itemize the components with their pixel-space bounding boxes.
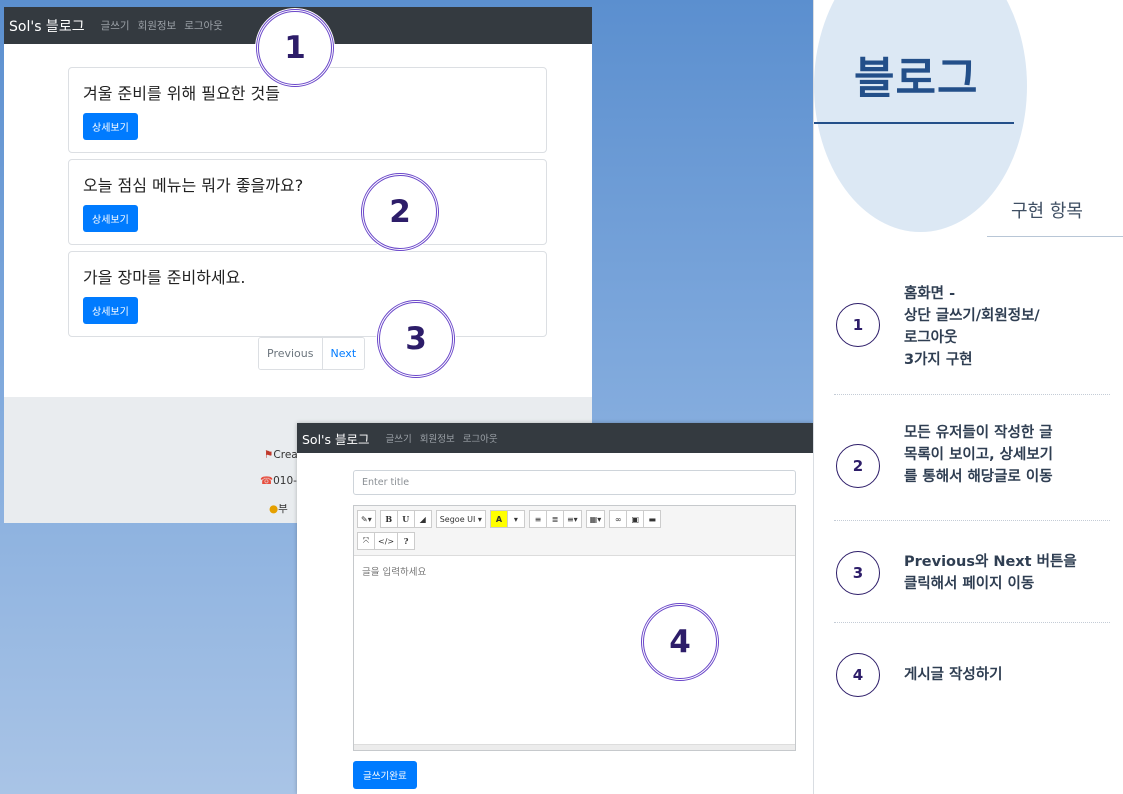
marker-4: 4 xyxy=(641,603,719,681)
editor-resize-handle[interactable] xyxy=(354,744,795,750)
footer-address: ●부 xyxy=(269,503,288,515)
panel-title: 블로그 xyxy=(854,53,979,104)
footer-phone: ☎010- xyxy=(260,475,297,487)
nav-profile-link[interactable]: 회원정보 xyxy=(420,431,455,445)
nav-logout-link[interactable]: 로그아웃 xyxy=(463,431,498,445)
pagination: Previous Next xyxy=(258,337,366,370)
editor-body[interactable]: 글을 입력하세요 xyxy=(354,556,795,586)
image-icon[interactable]: ▣ xyxy=(626,510,645,528)
marker-3: 3 xyxy=(377,300,455,378)
nav-write-link[interactable]: 글쓰기 xyxy=(101,18,130,33)
nav-profile-link[interactable]: 회원정보 xyxy=(138,18,177,33)
decorative-circle xyxy=(814,0,1027,232)
item-divider xyxy=(834,622,1110,623)
video-icon[interactable]: ▬ xyxy=(643,510,662,528)
section-title: 구현 항목 xyxy=(1011,201,1083,222)
code-view-icon[interactable]: </> xyxy=(374,532,399,550)
underline-button[interactable]: U xyxy=(396,510,415,528)
title-divider xyxy=(814,122,1014,124)
ordered-list-icon[interactable]: ≣ xyxy=(545,510,564,528)
item-divider xyxy=(834,394,1110,395)
phone-icon: ☎ xyxy=(260,475,274,487)
editor-toolbar: ✎▾ B U ◢ Segoe UI ▾ A ▾ ≡ ≣ ≡▾ ▦▾ ∞ ▣ ▬ … xyxy=(354,506,795,556)
detail-button[interactable]: 상세보기 xyxy=(83,113,138,140)
post-title: 가을 장마를 준비하세요. xyxy=(83,268,246,287)
item-number-2: 2 xyxy=(836,444,880,488)
rich-text-editor: ✎▾ B U ◢ Segoe UI ▾ A ▾ ≡ ≣ ≡▾ ▦▾ ∞ ▣ ▬ … xyxy=(353,505,796,751)
navbar: Sol's 블로그 글쓰기 회원정보 로그아웃 xyxy=(297,423,813,453)
nav-write-link[interactable]: 글쓰기 xyxy=(385,431,411,445)
bold-button[interactable]: B xyxy=(379,510,398,528)
previous-button[interactable]: Previous xyxy=(259,338,323,369)
item-number-1: 1 xyxy=(836,303,880,347)
submit-button[interactable]: 글쓰기완료 xyxy=(353,761,417,789)
next-button[interactable]: Next xyxy=(322,338,365,369)
align-icon[interactable]: ≡▾ xyxy=(562,510,582,528)
link-icon[interactable]: ∞ xyxy=(609,510,628,528)
fullscreen-icon[interactable]: ⤧ xyxy=(357,532,375,550)
item-number-4: 4 xyxy=(836,653,880,697)
brand-link[interactable]: Sol's 블로그 xyxy=(302,429,369,448)
item-number-3: 3 xyxy=(836,551,880,595)
post-card: 오늘 점심 메뉴는 뭐가 좋을까요? 상세보기 xyxy=(68,159,547,245)
detail-button[interactable]: 상세보기 xyxy=(83,205,138,232)
marker-1: 1 xyxy=(256,9,334,87)
table-icon[interactable]: ▦▾ xyxy=(585,510,606,528)
footer-credit: ⚑Crea xyxy=(264,449,298,461)
help-icon[interactable]: ? xyxy=(397,532,416,550)
section-divider xyxy=(987,236,1123,237)
nav-logout-link[interactable]: 로그아웃 xyxy=(184,18,223,33)
brand-link[interactable]: Sol's 블로그 xyxy=(9,16,85,36)
description-panel: 블로그 구현 항목 1 홈화면 - 상단 글쓰기/회원정보/ 로그아웃 3가지 … xyxy=(813,0,1123,794)
detail-button[interactable]: 상세보기 xyxy=(83,297,138,324)
item-text-3: Previous와 Next 버튼을 클릭해서 페이지 이동 xyxy=(904,554,1077,592)
highlight-color-button[interactable]: A xyxy=(489,510,508,528)
item-divider xyxy=(834,520,1110,521)
eraser-icon[interactable]: ◢ xyxy=(413,510,432,528)
font-family-select[interactable]: Segoe UI ▾ xyxy=(435,510,486,528)
bullet-list-icon[interactable]: ≡ xyxy=(528,510,547,528)
color-dropdown-icon[interactable]: ▾ xyxy=(506,510,525,528)
style-icon[interactable]: ✎▾ xyxy=(357,510,376,528)
post-title: 오늘 점심 메뉴는 뭐가 좋을까요? xyxy=(83,176,304,195)
post-card: 가을 장마를 준비하세요. 상세보기 xyxy=(68,251,547,337)
flag-icon: ⚑ xyxy=(264,449,274,461)
marker-2: 2 xyxy=(361,173,439,251)
title-input[interactable]: Enter title xyxy=(353,470,796,495)
write-page-screenshot: Sol's 블로그 글쓰기 회원정보 로그아웃 Enter title ✎▾ B… xyxy=(297,423,813,794)
item-text-1: 홈화면 - 상단 글쓰기/회원정보/ 로그아웃 3가지 구현 xyxy=(904,286,1040,368)
item-text-2: 모든 유저들이 작성한 글 목록이 보이고, 상세보기 를 통해서 해당글로 이… xyxy=(904,425,1054,485)
item-text-4: 게시글 작성하기 xyxy=(904,667,1003,683)
emoji-icon: ● xyxy=(269,503,279,515)
